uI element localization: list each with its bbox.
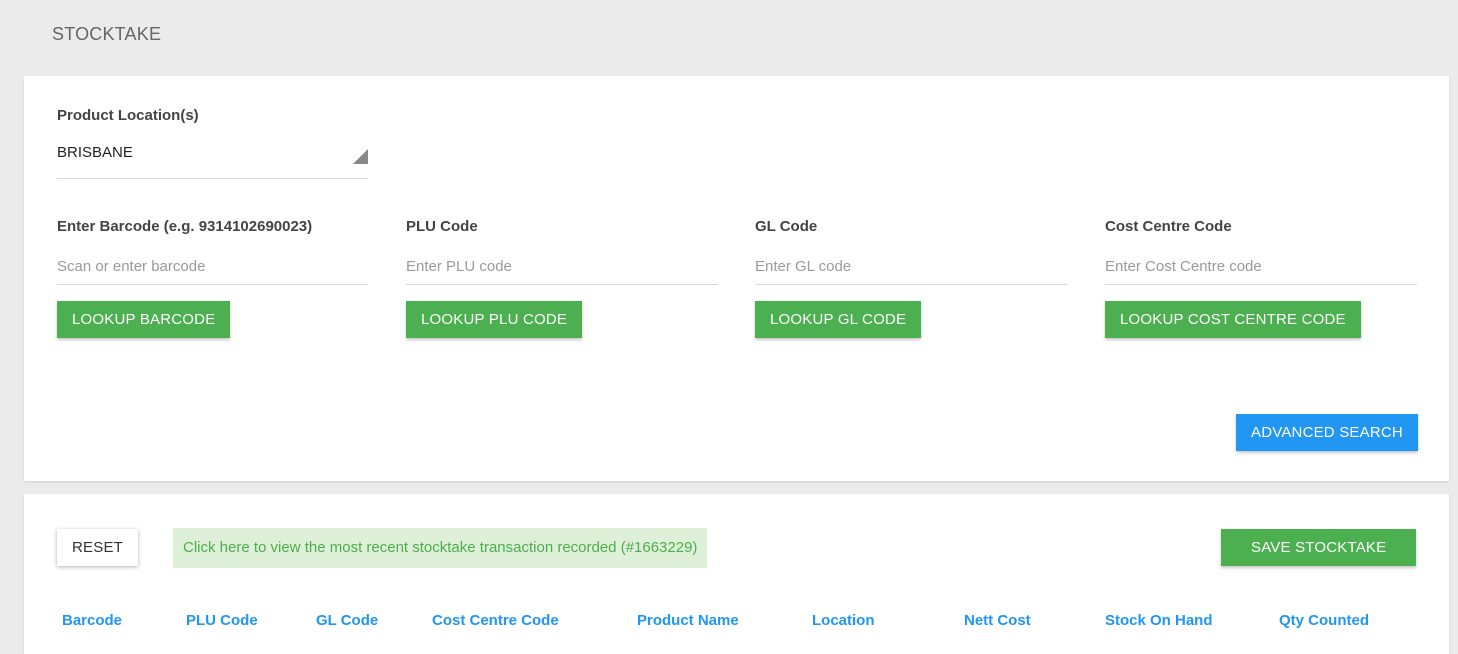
results-panel: RESET Click here to view the most recent…: [24, 494, 1449, 654]
recent-transaction-link[interactable]: Click here to view the most recent stock…: [173, 528, 708, 568]
plu-input[interactable]: [406, 248, 718, 285]
dropdown-triangle-icon: [353, 149, 368, 164]
cost-centre-label: Cost Centre Code: [1105, 218, 1232, 235]
reset-button[interactable]: RESET: [57, 529, 139, 566]
column-header-qty-counted[interactable]: Qty Counted: [1279, 612, 1369, 629]
lookup-gl-button[interactable]: LOOKUP GL CODE: [755, 301, 922, 338]
lookup-plu-button[interactable]: LOOKUP PLU CODE: [406, 301, 583, 338]
page-title: STOCKTAKE: [52, 24, 162, 44]
search-panel: Product Location(s) BRISBANE Enter Barco…: [24, 76, 1449, 481]
column-header-product-name[interactable]: Product Name: [637, 612, 739, 629]
lookup-cost-centre-button[interactable]: LOOKUP COST CENTRE CODE: [1105, 301, 1361, 338]
column-header-location[interactable]: Location: [812, 612, 875, 629]
column-header-barcode[interactable]: Barcode: [62, 612, 122, 629]
gl-input[interactable]: [755, 248, 1067, 285]
column-header-cost-centre-code[interactable]: Cost Centre Code: [432, 612, 559, 629]
stocktake-page: STOCKTAKE Product Location(s) BRISBANE E…: [0, 0, 1458, 654]
location-value: BRISBANE: [57, 144, 133, 161]
plu-label: PLU Code: [406, 218, 478, 235]
lookup-barcode-button[interactable]: LOOKUP BARCODE: [57, 301, 231, 338]
column-header-stock-on-hand[interactable]: Stock On Hand: [1105, 612, 1213, 629]
save-stocktake-button[interactable]: SAVE STOCKTAKE: [1221, 529, 1417, 566]
location-label: Product Location(s): [57, 107, 199, 124]
advanced-search-button[interactable]: ADVANCED SEARCH: [1236, 414, 1418, 451]
column-header-plu-code[interactable]: PLU Code: [186, 612, 258, 629]
location-select[interactable]: BRISBANE: [57, 132, 368, 179]
column-header-gl-code[interactable]: GL Code: [316, 612, 378, 629]
barcode-input[interactable]: [57, 248, 368, 285]
barcode-label: Enter Barcode (e.g. 9314102690023): [57, 218, 313, 235]
column-header-nett-cost[interactable]: Nett Cost: [964, 612, 1031, 629]
cost-centre-input[interactable]: [1105, 248, 1417, 285]
gl-label: GL Code: [755, 218, 818, 235]
